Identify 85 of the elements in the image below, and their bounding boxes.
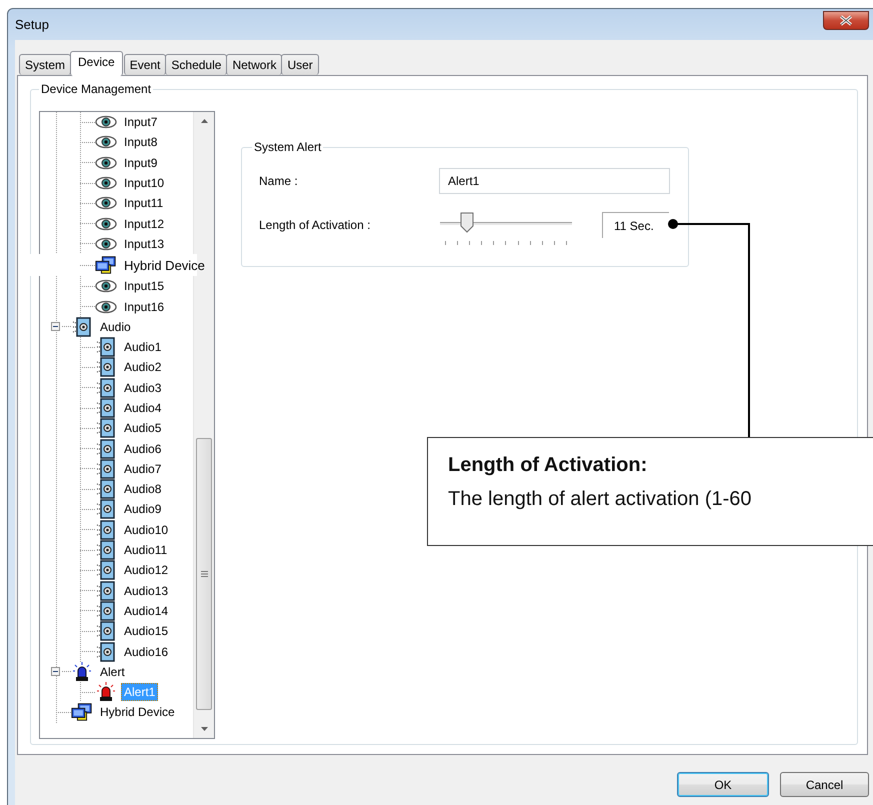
speaker-icon <box>96 540 116 560</box>
tree-item[interactable]: Audio12 <box>121 561 172 580</box>
eye-icon <box>95 156 117 170</box>
monitors-icon <box>95 255 117 276</box>
tree-item[interactable]: Audio8 <box>121 480 164 498</box>
eye-icon <box>95 135 117 150</box>
tree-item[interactable]: Audio2 <box>121 358 164 376</box>
eye-icon <box>95 196 117 210</box>
tree-item[interactable]: Audio10 <box>121 520 172 539</box>
speaker-icon <box>96 378 116 398</box>
close-icon <box>839 15 853 26</box>
tree-item[interactable]: Audio11 <box>121 541 170 560</box>
eye-icon <box>95 176 117 190</box>
tree-item[interactable]: Audio14 <box>121 602 172 620</box>
eye-icon <box>95 300 117 314</box>
monitors-icon <box>71 702 93 722</box>
tree-item[interactable]: Audio16 <box>121 642 172 661</box>
expander-icon[interactable] <box>51 667 60 676</box>
speaker-icon <box>96 520 116 540</box>
speaker-icon <box>96 337 116 358</box>
speaker-icon <box>96 438 116 459</box>
speaker-icon <box>96 621 116 642</box>
field-label: Length of Activation : <box>258 217 372 232</box>
speaker-icon <box>96 458 116 479</box>
tree-item[interactable]: Audio3 <box>121 378 164 397</box>
tree-item[interactable]: Input10 <box>121 174 168 192</box>
speaker-icon <box>96 398 116 418</box>
callout-title: Length of Activation: <box>448 454 648 477</box>
tree-item[interactable]: Input16 <box>121 298 168 316</box>
tab[interactable]: User <box>281 54 319 75</box>
dialog-button[interactable]: OK <box>677 772 769 797</box>
tree-item[interactable]: Audio5 <box>121 419 164 438</box>
tree-item[interactable]: Audio9 <box>121 500 164 518</box>
tree-item[interactable]: Input15 <box>121 277 168 296</box>
length-slider[interactable] <box>440 212 572 245</box>
tree-item[interactable]: Audio7 <box>121 460 164 478</box>
grip-icon <box>200 571 208 577</box>
siren-icon <box>72 662 92 682</box>
tree-item[interactable]: Input8 <box>121 133 160 152</box>
tree-item[interactable]: Audio6 <box>121 440 164 458</box>
eye-icon <box>95 216 117 231</box>
tree-item[interactable]: Alert <box>97 662 128 681</box>
speaker-icon <box>96 560 116 580</box>
speaker-icon <box>96 642 116 662</box>
tab[interactable]: Event <box>124 54 166 75</box>
speaker-icon <box>96 600 116 621</box>
group-title: Device Management <box>39 82 154 96</box>
tree-item[interactable]: Input13 <box>121 234 168 253</box>
tree-item[interactable]: Audio15 <box>121 622 172 640</box>
tab[interactable]: Network <box>226 54 282 75</box>
dialog-button[interactable]: Cancel <box>780 772 869 797</box>
scroll-down-icon <box>200 727 208 731</box>
tab[interactable]: Schedule <box>165 54 228 75</box>
field-label: Name : <box>258 174 299 188</box>
speaker-icon <box>96 418 116 438</box>
speaker-icon <box>96 499 116 520</box>
tree-item[interactable]: Hybrid Device <box>121 256 208 275</box>
tree-item[interactable]: Input7 <box>121 113 160 132</box>
tree-item[interactable]: Audio1 <box>121 338 164 356</box>
eye-icon <box>95 279 117 294</box>
callout-text: The length of alert activation (1-60 <box>448 488 753 511</box>
speaker-icon <box>96 580 116 601</box>
value-display: 11 Sec. <box>602 212 669 238</box>
eye-icon <box>95 236 117 251</box>
tree-item[interactable]: Input12 <box>121 214 168 233</box>
tree-item[interactable]: Audio13 <box>121 582 172 600</box>
scroll-up-icon <box>200 119 208 123</box>
tab[interactable]: System <box>19 54 72 75</box>
speaker-icon <box>96 357 116 378</box>
group-title: System Alert <box>252 140 324 154</box>
tab[interactable]: Device <box>70 51 123 76</box>
eye-icon <box>95 115 117 130</box>
name-field[interactable]: Alert1 <box>439 168 670 194</box>
window-title: Setup <box>15 17 49 32</box>
speaker-icon <box>96 479 116 500</box>
expander-icon[interactable] <box>51 322 60 332</box>
speaker-icon <box>72 316 92 337</box>
slider-thumb[interactable] <box>460 212 474 233</box>
tree-item[interactable]: Input11 <box>121 194 166 212</box>
tree-item[interactable]: Audio <box>97 318 134 336</box>
tree-item[interactable]: Input9 <box>121 154 160 172</box>
siren-icon <box>96 682 116 702</box>
close-button[interactable] <box>823 11 869 30</box>
tree-item[interactable]: Audio4 <box>121 399 164 417</box>
tree-item[interactable]: Hybrid Device <box>97 703 178 722</box>
